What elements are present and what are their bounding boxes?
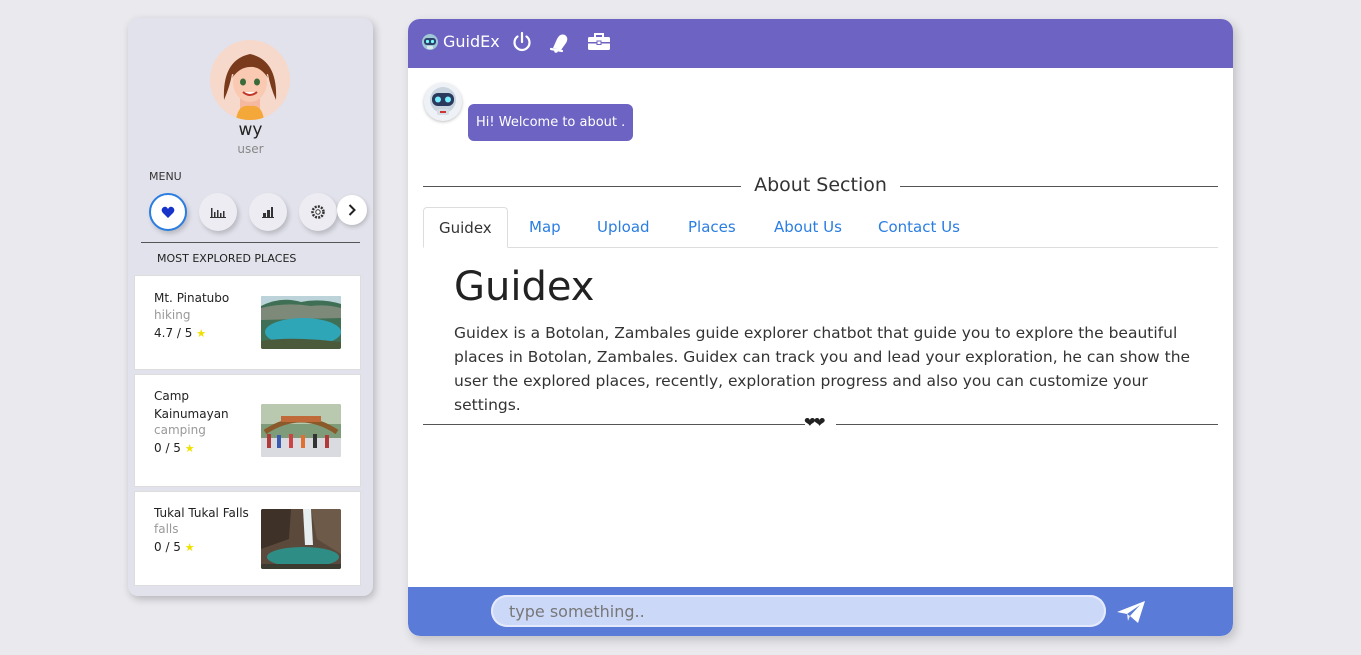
tab-contact-us[interactable]: Contact Us (863, 207, 975, 248)
place-rating: 0 / 5 ★ (154, 441, 195, 455)
content-text: Guidex is a Botolan, Zambales guide expl… (454, 324, 1191, 414)
place-name: Mt. Pinatubo (154, 291, 230, 305)
settings-icon (311, 205, 325, 219)
sidebar-divider (141, 242, 360, 243)
username: wy (238, 120, 263, 140)
menu-progress-button[interactable] (249, 193, 287, 231)
place-category: hiking (154, 308, 191, 322)
notification-icon[interactable] (549, 31, 571, 53)
bar-chart-icon (210, 208, 226, 218)
tab-upload[interactable]: Upload (582, 207, 665, 248)
briefcase-icon[interactable] (587, 31, 611, 53)
place-name: Tukal Tukal Falls (154, 506, 249, 520)
menu-stats-button[interactable] (199, 193, 237, 231)
brand-name: GuidEx (443, 32, 500, 51)
hearts-divider: ❤❤ (804, 415, 826, 431)
place-rating: 4.7 / 5 ★ (154, 326, 207, 340)
content-divider-right (836, 424, 1218, 425)
user-role: user (237, 142, 264, 156)
robot-logo-icon (422, 33, 438, 50)
most-explored-label: MOST EXPLORED PLACES (157, 252, 297, 265)
heart-icon (161, 206, 175, 218)
section-divider-left (423, 186, 741, 187)
place-image (261, 296, 341, 349)
main-panel: GuidEx Hi! Welcome to about . About Sect… (408, 19, 1233, 636)
place-rating: 0 / 5 ★ (154, 540, 195, 554)
tab-guidex[interactable]: Guidex (423, 207, 508, 248)
content-divider-left (423, 424, 805, 425)
place-image (261, 509, 341, 569)
brand[interactable]: GuidEx (421, 32, 500, 51)
place-category: camping (154, 423, 206, 437)
bot-avatar (424, 83, 462, 121)
tab-map[interactable]: Map (514, 207, 576, 248)
message-input[interactable] (491, 595, 1106, 627)
place-name: Camp Kainumayan (154, 389, 229, 421)
content-title: Guidex (454, 264, 595, 310)
chevron-right-icon (348, 204, 356, 216)
sidebar: wy user MENU MOST EXPLORED PLACES Mt. Pi… (128, 18, 373, 596)
place-card-tukal-tukal-falls[interactable]: Tukal Tukal Falls falls 0 / 5 ★ (134, 491, 361, 586)
menu-label: MENU (149, 170, 182, 183)
menu-settings-button[interactable] (299, 193, 337, 231)
tab-about-us[interactable]: About Us (759, 207, 857, 248)
welcome-message: Hi! Welcome to about . (468, 104, 634, 141)
place-card-mt-pinatubo[interactable]: Mt. Pinatubo hiking 4.7 / 5 ★ (134, 275, 361, 370)
star-icon: ★ (196, 327, 207, 340)
section-divider-right (900, 186, 1218, 187)
star-icon: ★ (184, 541, 195, 554)
place-card-camp-kainumayan[interactable]: Camp Kainumayan camping 0 / 5 ★ (134, 374, 361, 487)
input-bar (408, 587, 1233, 636)
menu-next-button[interactable] (337, 195, 367, 225)
star-icon: ★ (184, 442, 195, 455)
section-title: About Section (754, 174, 887, 196)
about-tabs: Guidex Map Upload Places About Us Contac… (423, 207, 1218, 248)
power-icon[interactable] (511, 31, 533, 53)
user-avatar[interactable] (210, 40, 290, 120)
signal-icon (262, 207, 274, 218)
place-category: falls (154, 522, 179, 536)
tab-places[interactable]: Places (673, 207, 751, 248)
place-image (261, 404, 341, 457)
menu-favorites-button[interactable] (149, 193, 187, 231)
top-bar: GuidEx (408, 19, 1233, 68)
send-icon[interactable] (1116, 599, 1146, 625)
